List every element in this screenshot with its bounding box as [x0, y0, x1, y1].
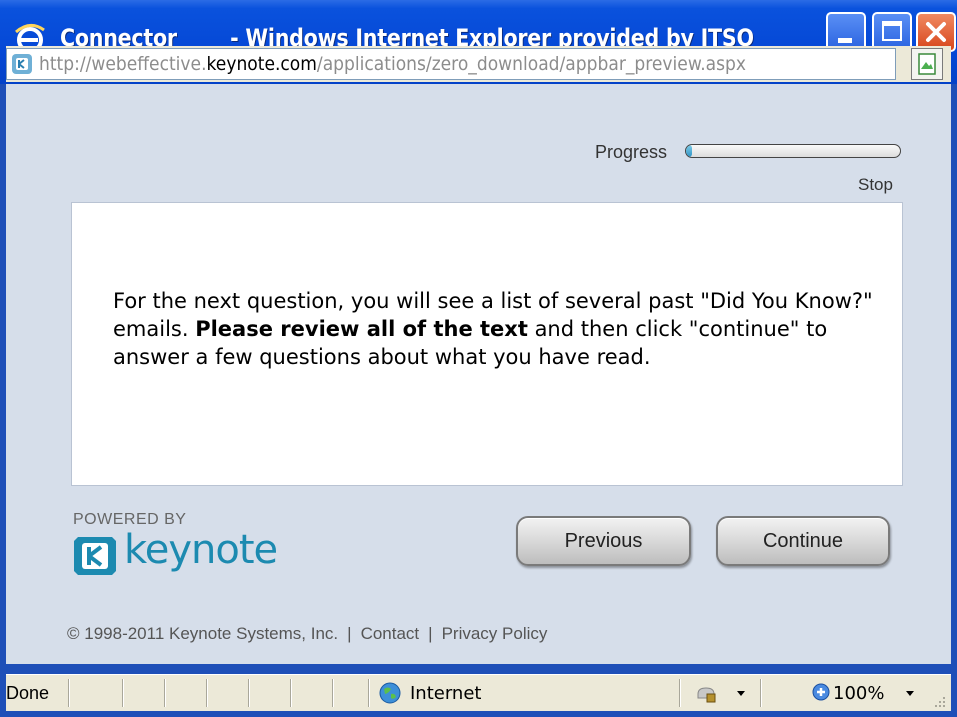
page-picture-icon	[918, 53, 936, 75]
logo-wordmark: keynote	[124, 527, 278, 573]
keynote-logo-icon	[74, 537, 116, 575]
status-divider	[679, 679, 680, 707]
status-divider	[290, 679, 291, 707]
status-bar-inner: Done Internet 100%	[6, 674, 951, 711]
contact-link[interactable]: Contact	[361, 624, 420, 643]
status-text: Done	[6, 683, 50, 703]
status-divider	[122, 679, 123, 707]
address-bar: http://webeffective.keynote.com/applicat…	[6, 46, 951, 82]
progress-bar	[685, 144, 901, 158]
page-button[interactable]	[911, 48, 943, 80]
url-text: http://webeffective.keynote.com/applicat…	[39, 49, 746, 79]
progress-label: Progress	[595, 142, 668, 162]
chevron-down-icon[interactable]	[906, 691, 914, 696]
stop-link[interactable]: Stop	[858, 175, 893, 195]
keynote-favicon-icon	[12, 54, 32, 74]
status-divider	[248, 679, 249, 707]
copyright-text: © 1998-2011 Keynote Systems, Inc.	[67, 624, 339, 643]
zoom-level[interactable]: 100%	[833, 675, 884, 712]
resize-grip-icon[interactable]	[931, 695, 947, 711]
progress-fill	[686, 145, 693, 157]
chevron-down-icon[interactable]	[737, 691, 745, 696]
footer-separator: |	[347, 624, 352, 643]
status-divider	[68, 679, 69, 707]
footer: © 1998-2011 Keynote Systems, Inc. | Contac…	[67, 624, 547, 644]
status-divider	[206, 679, 207, 707]
minimize-icon	[838, 38, 852, 43]
close-icon	[926, 22, 946, 42]
instruction-text: For the next question, you will see a li…	[113, 287, 883, 371]
url-host: keynote.com	[206, 53, 317, 75]
security-zone-text: Internet	[410, 683, 482, 704]
previous-button[interactable]: Previous	[516, 516, 691, 566]
internet-globe-icon	[379, 682, 401, 704]
message-panel: For the next question, you will see a li…	[71, 202, 903, 486]
continue-button[interactable]: Continue	[716, 516, 890, 566]
maximize-icon	[882, 21, 902, 41]
protected-mode-icon[interactable]	[695, 684, 717, 704]
status-divider	[368, 679, 369, 707]
status-bar: Done Internet 100%	[0, 664, 957, 717]
url-prefix: http://webeffective.	[39, 53, 207, 75]
page-content: Progress Stop For the next question, you…	[6, 84, 951, 664]
zoom-icon[interactable]	[812, 683, 830, 701]
url-path: /applications/zero_download/appbar_previ…	[316, 53, 747, 75]
status-divider	[760, 679, 761, 707]
status-divider	[164, 679, 165, 707]
status-divider	[332, 679, 333, 707]
instruction-emphasis: Please review all of the text	[195, 317, 528, 341]
url-field[interactable]: http://webeffective.keynote.com/applicat…	[6, 48, 896, 80]
footer-separator: |	[428, 624, 433, 643]
privacy-policy-link[interactable]: Privacy Policy	[442, 624, 548, 643]
